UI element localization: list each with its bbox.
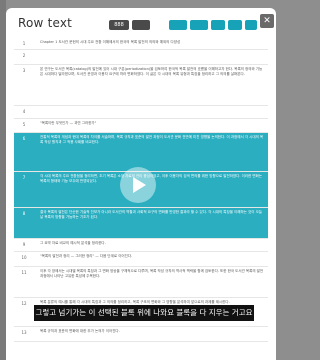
table-row[interactable]: 10 "목록의 발전과 정리 — 그러한 정리" — 다음 단계로 이어진다. [14, 252, 268, 267]
table-row[interactable]: 5 "목록이란 무엇인가 — 과연 그러한가" [14, 119, 268, 133]
row-number: 8 [22, 211, 26, 216]
row-number: 13 [21, 330, 27, 335]
play-button[interactable] [120, 167, 156, 203]
row-text [34, 106, 268, 118]
row-number: 11 [21, 270, 27, 275]
row-number: 7 [22, 175, 26, 180]
table-row-selected[interactable]: 8 결국 목록의 발전은 단순한 기술적 진보가 아니라 도서관의 역할과 사회… [14, 208, 268, 239]
row-number: 9 [22, 242, 26, 247]
row-text [34, 50, 268, 64]
row-text: Chapter 1 도서관 문헌의 시대 주요 전환 이해에서의 한국의 목록 … [40, 40, 181, 44]
table-row[interactable]: 3 본 연구는 도서관 목록(catalog)의 발전에 있어 시대 구분(pe… [14, 65, 268, 106]
row-number: 12 [21, 301, 27, 306]
row-number: 4 [22, 109, 26, 114]
table-row[interactable]: 1 Chapter 1 도서관 문헌의 시대 주요 전환 이해에서의 한국의 목… [14, 38, 268, 50]
close-icon[interactable]: ✕ [260, 14, 274, 28]
dialog-header: Row text 888 ✕ [6, 8, 276, 38]
row-number: 5 [22, 122, 26, 127]
row-text: 본 연구는 도서관 목록(catalog)의 발전에 있어 시대 구분(peri… [40, 67, 263, 77]
table-row[interactable]: 9 그 요약 자료 비교의 예시적 분석을 정리한다. [14, 239, 268, 252]
video-caption: 그렇고 넘기가는 이 선택된 블록 위에 나와요 블록을 다 지우는 거고요 [34, 305, 254, 321]
table-row[interactable]: 13 목록 규칙과 표준의 변화에 대한 추가 논의가 이어진다. [14, 327, 268, 342]
row-text: 목록 규칙과 표준의 변화에 대한 추가 논의가 이어진다. [40, 329, 120, 333]
row-number: 10 [21, 255, 27, 260]
row-text: 전통적 목록의 개념과 현대 목록의 차이를 서술하며, 목록 규칙과 표준의 … [40, 135, 264, 145]
row-text: "목록이란 무엇인가 — 과연 그러한가" [40, 121, 97, 125]
action-button-5[interactable] [211, 20, 225, 30]
table-row[interactable]: 4 [14, 106, 268, 119]
action-button-2[interactable] [132, 20, 150, 30]
play-icon [133, 177, 146, 193]
row-number: 2 [22, 53, 26, 58]
action-button-7[interactable] [245, 20, 257, 30]
row-number: 6 [22, 136, 26, 141]
row-text: 결국 목록의 발전은 단순한 기술적 진보가 아니라 도서관의 역할과 사회적 … [40, 210, 263, 220]
row-text: 그 요약 자료 비교의 예시적 분석을 정리한다. [40, 241, 106, 245]
table-row-selected[interactable]: 6 전통적 목록의 개념과 현대 목록의 차이를 서술하며, 목록 규칙과 표준… [14, 133, 268, 172]
action-button-6[interactable] [228, 20, 242, 30]
row-number: 3 [22, 68, 26, 73]
action-button-3[interactable] [169, 20, 187, 30]
action-button-4[interactable] [190, 20, 208, 30]
row-text: 이후 각 장에서는 시대별 목록의 특징과 그 변화 양상을 구체적으로 다루며… [40, 269, 264, 279]
row-number: 1 [22, 41, 26, 46]
mode-button[interactable]: 888 [109, 20, 129, 30]
table-row[interactable]: 2 [14, 50, 268, 65]
dialog-title: Row text [18, 16, 73, 30]
row-text: "목록의 발전과 정리 — 그러한 정리" — 다음 단계로 이어진다. [40, 254, 133, 258]
table-row[interactable]: 11 이후 각 장에서는 시대별 목록의 특징과 그 변화 양상을 구체적으로 … [14, 267, 268, 298]
